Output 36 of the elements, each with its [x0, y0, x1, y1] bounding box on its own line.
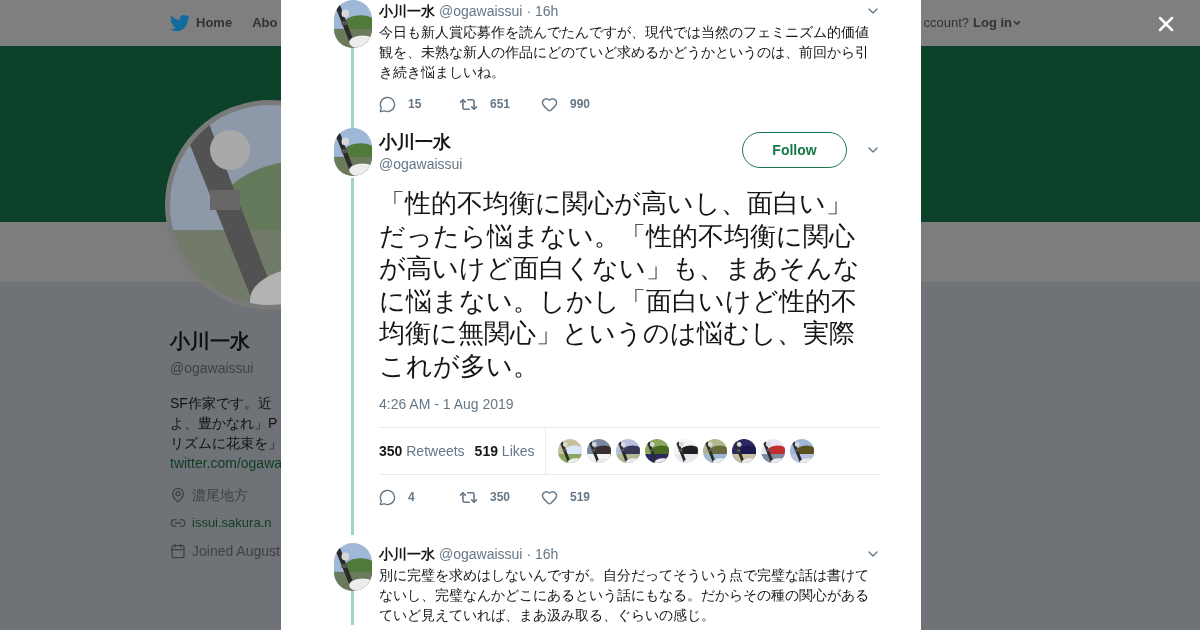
location-icon — [170, 487, 186, 503]
reply-count: 15 — [408, 96, 422, 113]
account-prompt: ccount? — [923, 14, 969, 33]
calendar-icon — [170, 543, 186, 559]
retweet-count: 651 — [490, 96, 511, 113]
like-stat[interactable]: 519 Likes — [474, 440, 535, 462]
tweet-timestamp[interactable]: 4:26 AM - 1 Aug 2019 — [379, 394, 881, 415]
bio-link[interactable]: twitter.com/ogawa — [170, 453, 283, 473]
nav-link[interactable]: Home — [196, 13, 233, 33]
tweet-time[interactable]: · 16h — [526, 543, 559, 565]
retweet-stat[interactable]: 350 Retweets — [379, 440, 465, 462]
reply-icon[interactable] — [379, 488, 396, 506]
like-count: 519 — [570, 489, 591, 506]
like-icon[interactable] — [541, 488, 558, 506]
nav-link[interactable]: Abo — [252, 13, 278, 33]
author-handle[interactable]: @ogawaissui — [439, 543, 523, 565]
author-handle[interactable]: @ogawaissui — [439, 0, 523, 22]
tweet-text: 今日も新人賞応募作を読んでたんですが、現代では当然のフェミニズム的価値観を、未熟な新人の作品にどのていど求めるかどうかというのは、前回から引き続き悩ましいね。 — [379, 23, 869, 82]
tweet-text: 「性的不均衡に関心が高いし、面白い」だったら悩まない。「性的不均衡に関心が高いけど面白くない」も、まあそんなに悩まない。しかし「面白いけど性的不均衡に無関心」というのは悩むし、実際これが多い。 — [379, 187, 861, 382]
website-link[interactable]: issui.sakura.n — [192, 513, 272, 533]
author-name[interactable]: 小川一水 — [379, 543, 435, 565]
bio-text: よ、豊かなれ」P — [170, 414, 278, 433]
tweet-text: 別に完璧を求めはしないんですが。自分だってそういう点で完璧な話は書けてないし、完璧なんかどこにあるという話にもなる。だからその種の関心があるていど見えていれば、まあ汲み取る、ぐらいの感じ。 — [379, 566, 869, 625]
reply-icon[interactable] — [379, 95, 396, 113]
reply-count: 4 — [408, 489, 415, 506]
tweet-time[interactable]: · 16h — [526, 0, 559, 22]
author-name[interactable]: 小川一水 — [379, 0, 435, 22]
author-handle[interactable]: @ogawaissui — [379, 154, 463, 175]
login-link[interactable]: Log in — [973, 13, 1012, 33]
author-name[interactable]: 小川一水 — [379, 130, 463, 154]
like-icon[interactable] — [541, 95, 558, 113]
caret-icon[interactable] — [1012, 18, 1022, 28]
bio-text: SF作家です。近 — [170, 394, 272, 413]
retweet-count: 350 — [490, 489, 511, 506]
like-count: 990 — [570, 96, 591, 113]
bio-text: リズムに花束を」 — [170, 434, 282, 453]
